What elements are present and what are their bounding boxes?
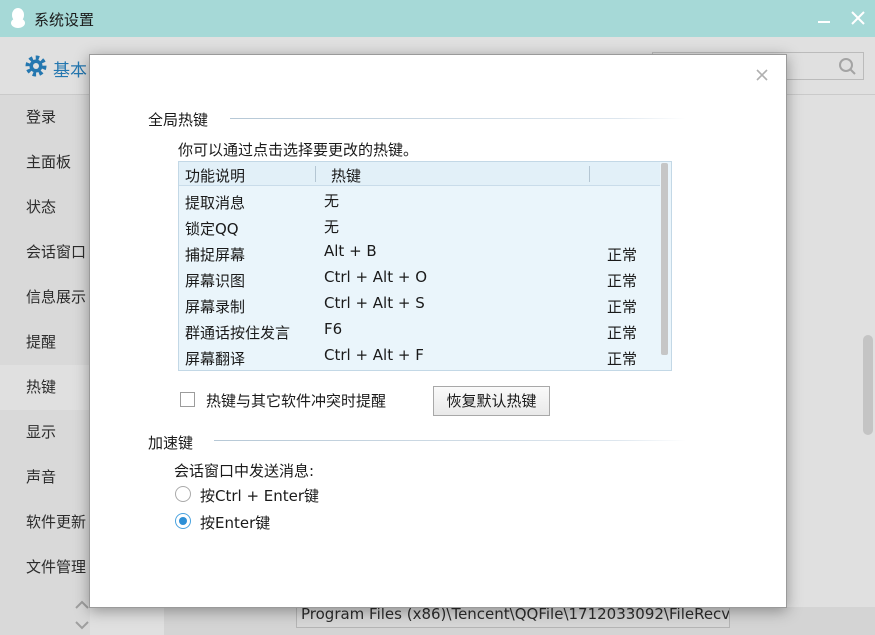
row-function: 捕捉屏幕: [185, 246, 246, 264]
table-row[interactable]: 屏幕识图 Ctrl + Alt + O 正常: [179, 266, 660, 292]
row-function: 屏幕录制: [185, 298, 246, 316]
enter-label[interactable]: 按Enter键: [200, 512, 270, 533]
dialog-close-icon[interactable]: [754, 67, 770, 83]
table-row[interactable]: 提取消息 无: [179, 188, 660, 214]
section-divider: [214, 440, 686, 441]
column-header-function[interactable]: 功能说明: [185, 165, 245, 186]
accelerator-section-title: 加速键: [148, 434, 194, 452]
table-row[interactable]: 屏幕翻译 Ctrl + Alt + F 正常: [179, 344, 660, 370]
table-row[interactable]: 捕捉屏幕 Alt + B 正常: [179, 240, 660, 266]
row-hotkey[interactable]: 无: [324, 190, 339, 211]
send-message-label: 会话窗口中发送消息:: [174, 462, 315, 480]
ctrl-enter-radio[interactable]: [175, 486, 191, 502]
window-title: 系统设置: [34, 11, 95, 29]
close-icon[interactable]: [848, 8, 868, 28]
row-status: 正常: [607, 272, 638, 290]
hotkey-table: 功能说明 热键 提取消息 无 锁定QQ 无 捕捉屏幕 Alt + B 正常 屏幕…: [178, 161, 672, 371]
ctrl-enter-label[interactable]: 按Ctrl + Enter键: [200, 485, 319, 506]
row-function: 屏幕识图: [185, 272, 246, 290]
row-hotkey[interactable]: Alt + B: [324, 242, 377, 260]
column-header-hotkey[interactable]: 热键: [331, 165, 361, 186]
row-function: 群通话按住发言: [185, 324, 291, 342]
global-hotkeys-section-title: 全局热键: [148, 111, 209, 129]
row-status: 正常: [607, 350, 638, 368]
row-status: 正常: [607, 246, 638, 264]
column-separator[interactable]: [315, 166, 316, 182]
row-function: 锁定QQ: [185, 220, 239, 238]
row-status: 正常: [607, 324, 638, 342]
title-bar: 系统设置: [0, 0, 875, 37]
penguin-icon: [11, 8, 25, 28]
section-divider: [230, 118, 686, 119]
row-function: 屏幕翻译: [185, 350, 246, 368]
row-hotkey[interactable]: Ctrl + Alt + S: [324, 294, 425, 312]
restore-default-hotkeys-button[interactable]: 恢复默认热键: [433, 386, 550, 416]
row-hotkey[interactable]: F6: [324, 320, 342, 338]
enter-radio[interactable]: [175, 513, 191, 529]
row-hotkey[interactable]: Ctrl + Alt + F: [324, 346, 424, 364]
row-hotkey[interactable]: 无: [324, 216, 339, 237]
hotkey-conflict-checkbox[interactable]: [180, 392, 195, 407]
row-status: 正常: [607, 298, 638, 316]
hotkey-settings-dialog: 全局热键 你可以通过点击选择要更改的热键。 功能说明 热键 提取消息 无 锁定Q…: [89, 54, 787, 608]
table-row[interactable]: 屏幕录制 Ctrl + Alt + S 正常: [179, 292, 660, 318]
table-row[interactable]: 群通话按住发言 F6 正常: [179, 318, 660, 344]
hotkey-description: 你可以通过点击选择要更改的热键。: [178, 141, 419, 159]
table-row[interactable]: 锁定QQ 无: [179, 214, 660, 240]
table-scrollbar-thumb[interactable]: [661, 163, 668, 355]
column-separator[interactable]: [589, 166, 590, 182]
hotkey-conflict-label[interactable]: 热键与其它软件冲突时提醒: [206, 390, 386, 411]
row-function: 提取消息: [185, 194, 246, 212]
table-header: 功能说明 热键: [179, 162, 660, 186]
row-hotkey[interactable]: Ctrl + Alt + O: [324, 268, 427, 286]
minimize-icon[interactable]: [814, 8, 834, 28]
